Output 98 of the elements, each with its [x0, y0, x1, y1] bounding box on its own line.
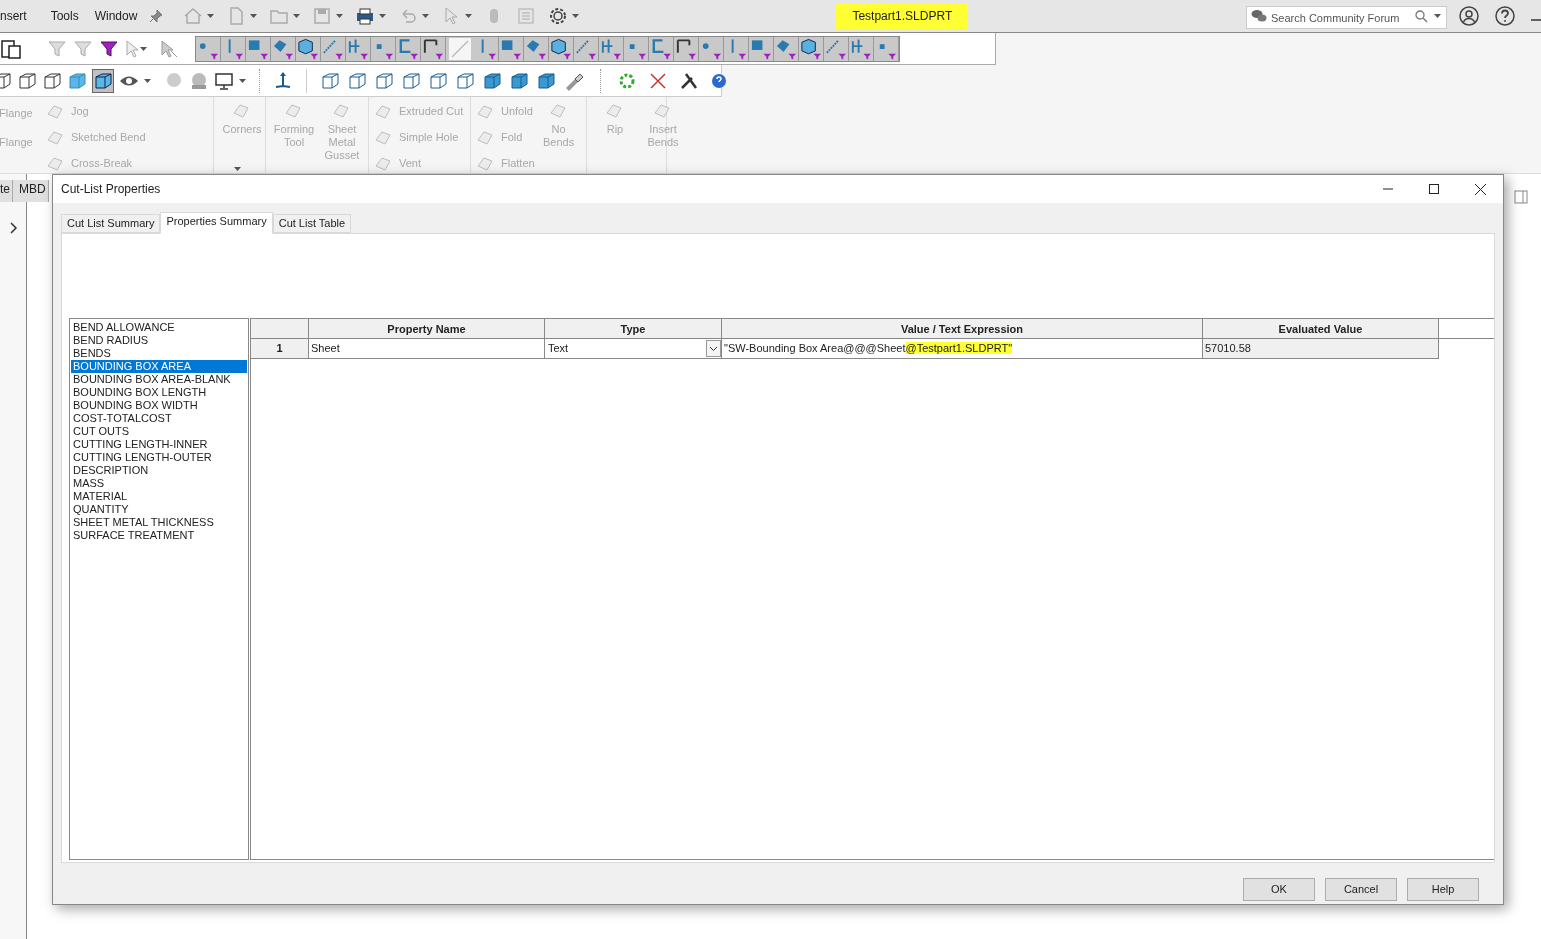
maximize-icon[interactable]	[1429, 184, 1439, 194]
type-dropdown[interactable]: Text	[545, 339, 722, 359]
dialog-title: Cut-List Properties	[61, 181, 161, 198]
menu-item[interactable]: nsert	[0, 7, 43, 25]
help-icon[interactable]	[711, 72, 727, 89]
cube-icon[interactable]	[455, 70, 475, 91]
list-item[interactable]: CUT OUTS	[71, 425, 247, 438]
print-icon[interactable]	[355, 6, 376, 26]
menu-item[interactable]: Window	[86, 7, 146, 25]
filter-icon[interactable]	[549, 36, 574, 61]
caret-icon[interactable]	[140, 46, 147, 51]
clipboard-icon[interactable]	[0, 37, 22, 60]
axis-icon[interactable]	[273, 70, 293, 91]
chevron-down-icon	[709, 345, 718, 352]
list-item[interactable]: QUANTITY	[71, 503, 247, 516]
part-icon	[373, 128, 393, 146]
list-item[interactable]: COST-TOTALCOST	[71, 412, 247, 425]
filter-icon[interactable]	[296, 36, 321, 61]
cursor-icon[interactable]	[159, 38, 179, 59]
column-header: Property Name	[309, 319, 545, 339]
part-icon	[475, 128, 495, 146]
caret-icon[interactable]	[207, 14, 215, 18]
list-item[interactable]: MATERIAL	[71, 490, 247, 503]
filter-icon[interactable]	[421, 36, 446, 61]
table-cell: 57010.58	[1203, 339, 1439, 359]
caret-icon[interactable]	[1434, 14, 1441, 18]
caret-icon[interactable]	[144, 78, 151, 83]
cube-icon[interactable]	[374, 70, 394, 91]
list-item[interactable]: BOUNDING BOX AREA-BLANK	[71, 373, 247, 386]
cube-icon[interactable]	[401, 70, 421, 91]
settings-icon[interactable]	[548, 6, 569, 26]
search-icon[interactable]	[1415, 9, 1428, 23]
shaded-cube-button[interactable]	[92, 68, 114, 93]
pin-icon[interactable]	[149, 9, 164, 23]
tools-icon[interactable]	[680, 71, 698, 90]
list-item[interactable]: DESCRIPTION	[71, 464, 247, 477]
list-item[interactable]: BOUNDING BOX AREA	[71, 360, 247, 373]
list-item[interactable]: SURFACE TREATMENT	[71, 529, 247, 542]
list-item[interactable]: BEND ALLOWANCE	[71, 321, 247, 334]
dialog-button[interactable]: Help	[1407, 878, 1479, 901]
side-tab[interactable]: MBD	[13, 180, 49, 202]
side-tab[interactable]: te	[0, 180, 13, 202]
cube-icon[interactable]	[509, 70, 529, 91]
caret-icon[interactable]	[465, 14, 473, 18]
filter-icon[interactable]	[799, 36, 824, 61]
wireframe-cube-icon[interactable]	[17, 70, 37, 91]
help-icon[interactable]	[1495, 6, 1515, 26]
panel-icon[interactable]	[1514, 190, 1528, 204]
cube-icon[interactable]	[67, 70, 87, 91]
dialog-button[interactable]: OK	[1243, 878, 1315, 901]
row-number: 1	[251, 339, 309, 359]
monitor-icon[interactable]	[214, 70, 234, 91]
part-icon	[373, 102, 393, 120]
caret-icon[interactable]	[336, 14, 344, 18]
table-cell: Sheet	[309, 339, 545, 359]
column-header: Evaluated Value	[1203, 319, 1439, 339]
list-item[interactable]: BEND RADIUS	[71, 334, 247, 347]
wireframe-cube-icon[interactable]	[42, 70, 62, 91]
document-title: Testpart1.SLDPRT	[836, 3, 969, 29]
caret-icon[interactable]	[250, 14, 258, 18]
tab[interactable]: Cut List Summary	[61, 214, 161, 233]
sphere-icon[interactable]	[189, 70, 209, 91]
caret-icon[interactable]	[234, 167, 241, 171]
column-header: Value / Text Expression	[722, 319, 1203, 339]
caret-icon[interactable]	[239, 78, 246, 83]
caret-icon[interactable]	[572, 14, 580, 18]
cube-icon[interactable]	[482, 70, 502, 91]
corner-header[interactable]	[251, 319, 309, 339]
cube-icon[interactable]	[320, 70, 340, 91]
chevron-right-icon[interactable]	[9, 222, 19, 234]
search-field[interactable]: Search Community Forum	[1246, 6, 1447, 29]
list-item[interactable]: BENDS	[71, 347, 247, 360]
part-icon	[45, 128, 65, 146]
part-icon	[475, 102, 495, 120]
chat-icon	[1251, 8, 1267, 23]
close-icon[interactable]	[1475, 183, 1486, 195]
list-item[interactable]: BOUNDING BOX WIDTH	[71, 399, 247, 412]
filter-icon[interactable]	[674, 36, 699, 61]
list-item[interactable]: BOUNDING BOX LENGTH	[71, 386, 247, 399]
list-item[interactable]: MASS	[71, 477, 247, 490]
list-item[interactable]: CUTTING LENGTH-INNER	[71, 438, 247, 451]
user-icon[interactable]	[1459, 6, 1479, 26]
cube-icon[interactable]	[347, 70, 367, 91]
column-header: Type	[545, 319, 722, 339]
dialog-button[interactable]: Cancel	[1325, 878, 1397, 901]
list-item[interactable]: SHEET METAL THICKNESS	[71, 516, 247, 529]
caret-icon[interactable]	[379, 14, 387, 18]
menu-item[interactable]: Tools	[42, 7, 87, 25]
gear-icon[interactable]	[618, 71, 636, 90]
tab[interactable]: Cut List Table	[272, 214, 352, 233]
cube-icon	[93, 70, 113, 91]
caret-icon[interactable]	[293, 14, 301, 18]
list-item[interactable]: CUTTING LENGTH-OUTER	[71, 451, 247, 464]
cube-icon[interactable]	[536, 70, 556, 91]
cube-icon[interactable]	[428, 70, 448, 91]
tab[interactable]: Properties Summary	[160, 212, 273, 234]
caret-icon[interactable]	[422, 14, 430, 18]
part-icon	[45, 102, 65, 120]
